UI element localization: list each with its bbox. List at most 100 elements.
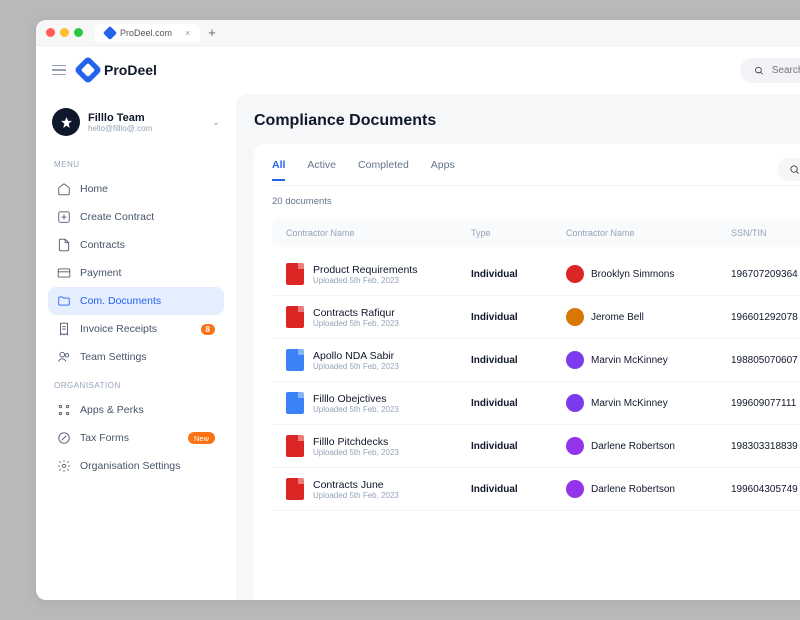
- nav-label: Home: [80, 183, 108, 195]
- contractor-type: Individual: [471, 441, 566, 452]
- avatar: [566, 394, 584, 412]
- file-name: Contracts Rafiqur: [313, 307, 399, 319]
- main-content: Compliance Documents All Active Complete…: [236, 94, 800, 600]
- doc-file-icon: [286, 392, 304, 414]
- tab-title: ProDeel.com: [120, 28, 172, 38]
- file-name: Apollo NDA Sabir: [313, 350, 399, 362]
- ssn-value: 199604305749: [731, 484, 800, 495]
- doc-file-icon: [286, 349, 304, 371]
- team-name: Filllo Team: [88, 112, 204, 124]
- table-row[interactable]: Filllo ObejctivesUploaded 5th Feb, 2023 I…: [272, 382, 800, 425]
- documents-panel: All Active Completed Apps 20 documents C…: [254, 144, 800, 600]
- search-input[interactable]: [772, 65, 800, 76]
- sidebar-item-home[interactable]: Home: [48, 175, 224, 203]
- ssn-value: 196601292078: [731, 312, 800, 323]
- plus-square-icon: [57, 210, 71, 224]
- document-icon: [57, 238, 71, 252]
- file-name: Filllo Pitchdecks: [313, 436, 399, 448]
- avatar: [566, 480, 584, 498]
- home-icon: [57, 182, 71, 196]
- window-close-button[interactable]: [46, 28, 55, 37]
- badge-count: 8: [201, 324, 215, 335]
- ssn-value: 198805070607: [731, 355, 800, 366]
- col-type: Type: [471, 228, 566, 238]
- pdf-file-icon: [286, 478, 304, 500]
- contractor-type: Individual: [471, 355, 566, 366]
- logo-icon: [74, 56, 102, 84]
- ssn-value: 196707209364: [731, 269, 800, 280]
- nav-label: Tax Forms: [80, 432, 129, 444]
- contractor-name: Marvin McKinney: [591, 398, 668, 409]
- menu-toggle-button[interactable]: [52, 65, 66, 76]
- documents-count: 20 documents: [272, 196, 800, 207]
- contractor-name: Jerome Bell: [591, 312, 644, 323]
- page-title: Compliance Documents: [254, 112, 800, 130]
- sidebar-item-team[interactable]: Team Settings: [48, 343, 224, 371]
- card-icon: [57, 266, 71, 280]
- tab-apps[interactable]: Apps: [431, 159, 455, 181]
- contractor-name: Darlene Robertson: [591, 484, 675, 495]
- section-label-org: ORGANISATION: [48, 371, 224, 396]
- tab-active[interactable]: Active: [307, 159, 336, 181]
- ssn-value: 198303318839: [731, 441, 800, 452]
- tab-all[interactable]: All: [272, 159, 285, 181]
- nav-label: Organisation Settings: [80, 460, 180, 472]
- file-name: Product Requirements: [313, 264, 417, 276]
- search-icon: [789, 164, 800, 175]
- gear-icon: [57, 459, 71, 473]
- team-selector[interactable]: Filllo Team hello@filllo@.com ⌄: [48, 104, 224, 150]
- file-name: Filllo Obejctives: [313, 393, 399, 405]
- global-search[interactable]: [740, 58, 800, 83]
- table-row[interactable]: Filllo PitchdecksUploaded 5th Feb, 2023 I…: [272, 425, 800, 468]
- new-tab-button[interactable]: +: [208, 25, 216, 40]
- sidebar-item-tax[interactable]: Tax Forms New: [48, 424, 224, 452]
- sidebar-item-create-contract[interactable]: Create Contract: [48, 203, 224, 231]
- users-icon: [57, 350, 71, 364]
- file-uploaded-date: Uploaded 5th Feb, 2023: [313, 491, 399, 500]
- table-row[interactable]: Product RequirementsUploaded 5th Feb, 20…: [272, 253, 800, 296]
- table-row[interactable]: Contracts RafiqurUploaded 5th Feb, 2023I…: [272, 296, 800, 339]
- receipt-icon: [57, 322, 71, 336]
- pdf-file-icon: [286, 263, 304, 285]
- avatar: [566, 308, 584, 326]
- topbar: ProDeel: [36, 46, 800, 94]
- contractor-type: Individual: [471, 312, 566, 323]
- chevron-down-icon: ⌄: [212, 117, 220, 128]
- table-search[interactable]: [777, 158, 800, 181]
- sidebar-item-contracts[interactable]: Contracts: [48, 231, 224, 259]
- col-name: Contractor Name: [566, 228, 731, 238]
- file-name: Contracts June: [313, 479, 399, 491]
- pdf-file-icon: [286, 435, 304, 457]
- contractor-type: Individual: [471, 398, 566, 409]
- sidebar: Filllo Team hello@filllo@.com ⌄ MENU Hom…: [36, 94, 236, 600]
- tab-completed[interactable]: Completed: [358, 159, 409, 181]
- close-tab-icon[interactable]: ×: [185, 28, 190, 38]
- sidebar-item-org-settings[interactable]: Organisation Settings: [48, 452, 224, 480]
- sidebar-item-documents[interactable]: Com. Documents: [48, 287, 224, 315]
- avatar: [566, 351, 584, 369]
- browser-tab[interactable]: ProDeel.com ×: [95, 24, 200, 42]
- file-uploaded-date: Uploaded 5th Feb, 2023: [313, 405, 399, 414]
- table-row[interactable]: Apollo NDA SabirUploaded 5th Feb, 2023In…: [272, 339, 800, 382]
- file-uploaded-date: Uploaded 5th Feb, 2023: [313, 276, 417, 285]
- window-minimize-button[interactable]: [60, 28, 69, 37]
- favicon-icon: [103, 25, 117, 39]
- folder-icon: [57, 294, 71, 308]
- nav-label: Payment: [80, 267, 121, 279]
- window-maximize-button[interactable]: [74, 28, 83, 37]
- sidebar-item-apps[interactable]: Apps & Perks: [48, 396, 224, 424]
- sidebar-item-invoices[interactable]: Invoice Receipts 8: [48, 315, 224, 343]
- sidebar-item-payment[interactable]: Payment: [48, 259, 224, 287]
- pdf-file-icon: [286, 306, 304, 328]
- avatar: [566, 437, 584, 455]
- file-uploaded-date: Uploaded 5th Feb, 2023: [313, 448, 399, 457]
- contractor-name: Darlene Robertson: [591, 441, 675, 452]
- nav-label: Team Settings: [80, 351, 147, 363]
- grid-icon: [57, 403, 71, 417]
- search-icon: [754, 65, 764, 76]
- nav-label: Invoice Receipts: [80, 323, 157, 335]
- logo[interactable]: ProDeel: [78, 60, 157, 80]
- nav-label: Create Contract: [80, 211, 154, 223]
- filter-tabs: All Active Completed Apps: [272, 159, 455, 181]
- table-row[interactable]: Contracts JuneUploaded 5th Feb, 2023Indi…: [272, 468, 800, 511]
